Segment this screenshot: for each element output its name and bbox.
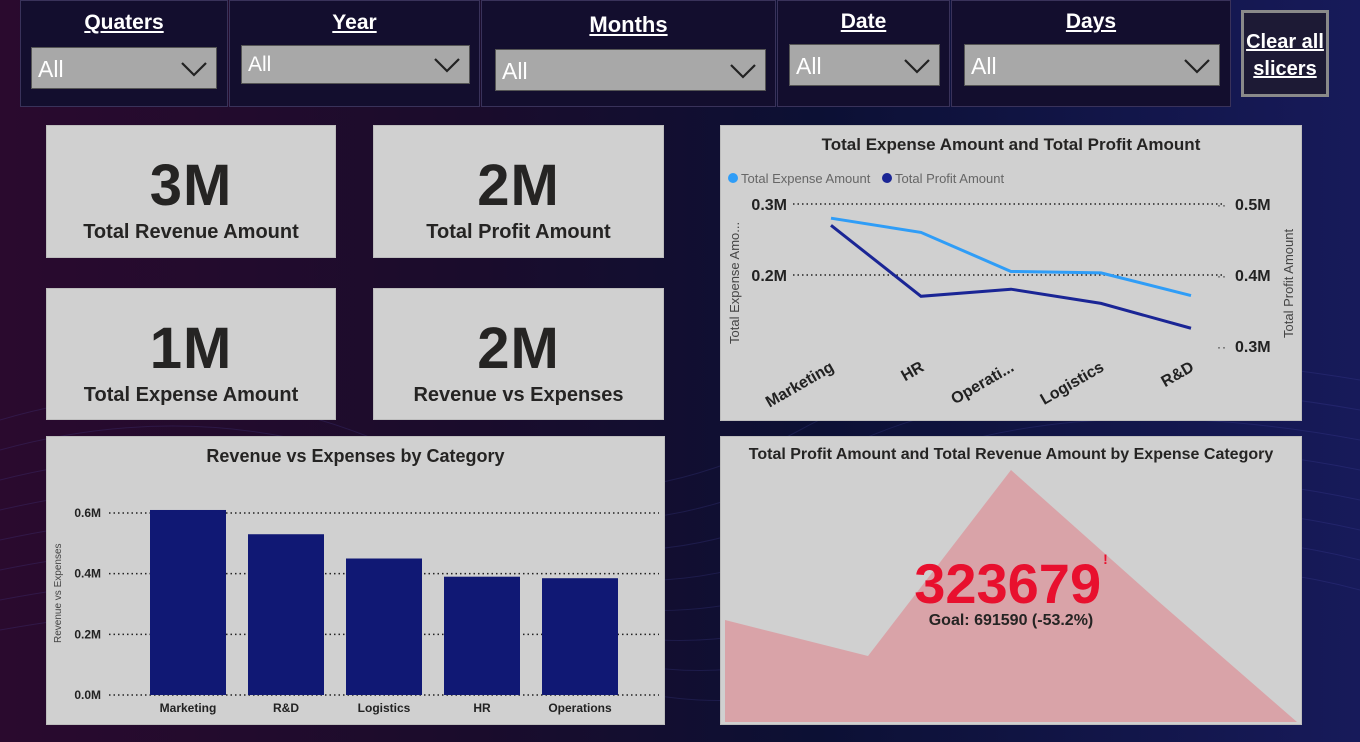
kpi-label: Total Expense Amount <box>83 384 299 406</box>
chevron-down-icon <box>1184 59 1210 74</box>
x-tick-label: Logistics <box>358 701 411 715</box>
months-dropdown[interactable]: All <box>495 49 766 91</box>
x-tick-label: Operations <box>548 701 612 715</box>
quaters-dropdown[interactable]: All <box>31 47 217 89</box>
kpi-label: Total Profit Amount <box>426 221 611 243</box>
bar-chart: 0.0M 0.2M 0.4M 0.6M Revenue vs Expenses Marke… <box>53 506 659 715</box>
legend-label: Total Expense Amount <box>741 171 871 186</box>
slicer-date: Date All <box>777 0 950 107</box>
x-tick-label: HR <box>898 359 927 385</box>
bar-chart-card[interactable]: Revenue vs Expenses by Category 0.0M 0.2M… <box>46 436 665 725</box>
y-tick-label: 0.3M <box>751 197 787 214</box>
series-line <box>830 216 1192 298</box>
dropdown-value: All <box>796 53 822 79</box>
y-tick-label: 0.0M <box>74 688 101 702</box>
series-line <box>830 224 1192 330</box>
y-tick-label: 0.2M <box>74 627 101 641</box>
dropdown-value: All <box>502 58 528 84</box>
slicer-days: Days All <box>951 0 1231 107</box>
x-tick-label: Marketing <box>763 359 837 412</box>
bar <box>444 576 520 695</box>
kpi-label: Revenue vs Expenses <box>413 384 624 406</box>
x-tick-label: Marketing <box>160 701 217 715</box>
days-dropdown[interactable]: All <box>964 44 1220 86</box>
chevron-down-icon <box>434 58 460 73</box>
legend-label: Total Profit Amount <box>895 171 1004 186</box>
y-tick-label: 0.2M <box>751 268 787 285</box>
kpi-card-total-expense[interactable]: 1M Total Expense Amount <box>46 288 336 420</box>
x-tick-label: Operati... <box>948 359 1017 408</box>
kpi-value: 3M <box>149 153 233 218</box>
clear-button-line2: slicers <box>1253 58 1317 80</box>
dropdown-value: All <box>971 53 997 79</box>
x-tick-label: R&D <box>273 701 299 715</box>
kpi-label: Total Revenue Amount <box>83 221 299 243</box>
kpi-value: 1M <box>149 316 233 381</box>
chart-title: Total Profit Amount and Total Revenue Am… <box>748 446 1274 463</box>
x-tick-label: HR <box>473 701 491 715</box>
line-chart-card[interactable]: Total Expense Amount and Total Profit Am… <box>720 125 1302 421</box>
gauge-value: 323679 <box>914 552 1102 615</box>
y2-tick-label: 0.5M <box>1235 197 1271 214</box>
chevron-down-icon <box>181 62 207 77</box>
y2-tick-label: 0.4M <box>1235 268 1271 285</box>
slicer-year: Year All <box>229 0 480 107</box>
y2-tick-label: 0.3M <box>1235 339 1271 356</box>
y-tick-label: 0.6M <box>74 506 101 520</box>
kpi-value: 323679! <box>721 551 1301 616</box>
slicer-title: Months <box>589 12 668 37</box>
bar <box>346 558 422 695</box>
x-tick-label: Logistics <box>1038 359 1107 409</box>
dropdown-value: All <box>38 56 64 82</box>
kpi-card-revenue-vs-expenses[interactable]: 2M Revenue vs Expenses <box>373 288 664 420</box>
slicer-quaters: Quaters All <box>20 0 228 107</box>
bar <box>150 509 226 695</box>
y2-tick-marker: ·· <box>1217 198 1227 212</box>
slicer-months: Months All <box>481 0 776 107</box>
kpi-card-total-profit[interactable]: 2M Total Profit Amount <box>373 125 664 258</box>
chevron-down-icon <box>904 59 930 74</box>
slicer-title: Days <box>1065 10 1117 33</box>
line-chart: Total Expense Amount Total Profit Amount 0… <box>727 171 1296 412</box>
y-axis-title: Revenue vs Expenses <box>53 543 64 643</box>
clear-all-slicers-button[interactable]: Clear all slicers <box>1241 10 1329 97</box>
kpi-value: 2M <box>477 153 560 218</box>
y-axis-title: Total Expense Amo... <box>727 222 742 344</box>
x-tick-label: R&D <box>1158 359 1197 391</box>
legend-marker <box>882 173 892 183</box>
year-dropdown[interactable]: All <box>241 45 470 84</box>
slicer-title: Year <box>332 11 377 34</box>
alert-icon: ! <box>1103 551 1108 567</box>
chevron-down-icon <box>730 64 756 79</box>
y2-axis-title: Total Profit Amount <box>1281 229 1296 338</box>
y2-tick-marker: ·· <box>1217 269 1227 283</box>
y-tick-label: 0.4M <box>74 567 101 581</box>
slicer-title: Date <box>840 10 887 33</box>
bar <box>248 534 324 695</box>
kpi-card-total-revenue[interactable]: 3M Total Revenue Amount <box>46 125 336 258</box>
slicer-title: Quaters <box>84 11 164 34</box>
goal-text: Goal: 691590 (-53.2%) <box>928 612 1094 629</box>
legend-marker <box>728 173 738 183</box>
bar <box>542 578 618 695</box>
clear-button-line1: Clear all <box>1246 31 1324 53</box>
date-dropdown[interactable]: All <box>789 44 940 86</box>
kpi-value: 2M <box>477 316 560 381</box>
dropdown-value: All <box>248 53 272 76</box>
profit-revenue-card[interactable]: Total Profit Amount and Total Revenue Am… <box>720 436 1302 725</box>
y2-tick-marker: ·· <box>1217 340 1227 354</box>
